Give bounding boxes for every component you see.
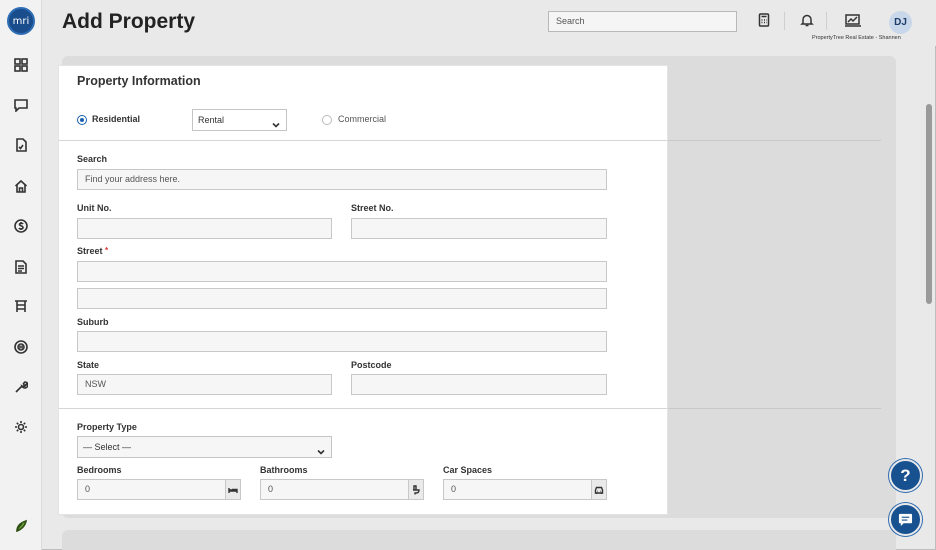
street-label-text: Street <box>77 246 103 256</box>
header-divider <box>784 12 785 30</box>
mri-logo[interactable]: mri <box>7 7 35 35</box>
reports-icon[interactable] <box>13 259 29 275</box>
property-type-label: Property Type <box>77 422 137 432</box>
listings-icon[interactable] <box>13 298 29 314</box>
brand-leaf-icon <box>13 517 29 533</box>
section-title: Property Information <box>77 74 201 88</box>
section-divider <box>667 140 881 141</box>
residential-type-value: Rental <box>198 115 225 125</box>
chat-icon <box>898 513 913 527</box>
user-avatar[interactable]: DJ <box>889 11 912 34</box>
required-marker: * <box>105 246 109 255</box>
calculator-icon[interactable] <box>757 13 771 27</box>
toilet-icon <box>408 479 424 500</box>
section-divider <box>59 408 667 409</box>
page-scrollbar[interactable] <box>926 104 932 304</box>
messages-icon[interactable] <box>13 97 29 113</box>
bathrooms-input[interactable]: 0 <box>260 479 424 500</box>
page-title: Add Property <box>62 10 196 33</box>
property-type-select[interactable]: — Select — <box>77 436 332 458</box>
property-information-card: Property Information Residential Rental … <box>59 66 667 514</box>
header-divider <box>826 12 827 30</box>
settings-icon[interactable] <box>13 419 29 435</box>
street-no-label: Street No. <box>351 203 394 213</box>
bathrooms-value: 0 <box>268 484 274 494</box>
car-spaces-value: 0 <box>451 484 457 494</box>
agency-name: PropertyTree Real Estate - Shannen <box>812 35 901 41</box>
finance-icon[interactable] <box>13 218 29 234</box>
property-type-value: — Select — <box>83 442 132 452</box>
street-line1-input[interactable] <box>77 261 607 282</box>
properties-icon[interactable] <box>13 178 29 194</box>
residential-radio-label[interactable]: Residential <box>92 114 140 124</box>
state-input[interactable]: NSW <box>77 374 332 395</box>
postcode-input[interactable] <box>351 374 607 395</box>
top-header: Add Property Search DJ PropertyTree Real… <box>42 0 936 46</box>
address-search-input[interactable]: Find your address here. <box>77 169 607 190</box>
bed-icon <box>225 479 241 500</box>
suburb-input[interactable] <box>77 331 607 352</box>
unit-no-input[interactable] <box>77 218 332 239</box>
street-line2-input[interactable] <box>77 288 607 309</box>
unit-no-label: Unit No. <box>77 203 112 213</box>
car-spaces-input[interactable]: 0 <box>443 479 607 500</box>
postcode-label: Postcode <box>351 360 392 370</box>
integrations-icon[interactable] <box>13 339 29 355</box>
sidebar: mri <box>0 0 42 550</box>
search-label: Search <box>77 154 108 164</box>
bell-icon[interactable] <box>800 13 814 27</box>
chevron-down-icon <box>317 443 325 455</box>
street-no-input[interactable] <box>351 218 607 239</box>
section-divider <box>59 140 667 141</box>
help-button[interactable]: ? <box>889 459 922 492</box>
global-search-input[interactable]: Search <box>548 11 737 32</box>
section-divider <box>667 408 881 409</box>
documents-icon[interactable] <box>13 137 29 153</box>
residential-type-select[interactable]: Rental <box>192 109 287 131</box>
state-label: State <box>77 360 100 370</box>
commercial-radio-label[interactable]: Commercial <box>338 114 386 124</box>
bedrooms-input[interactable]: 0 <box>77 479 241 500</box>
commercial-radio[interactable] <box>322 115 332 125</box>
car-spaces-label: Car Spaces <box>443 465 493 475</box>
dashboard-icon[interactable] <box>13 57 29 73</box>
chevron-down-icon <box>272 116 280 128</box>
street-label: Street * <box>77 246 108 256</box>
maintenance-icon[interactable] <box>13 379 29 395</box>
signature-icon[interactable] <box>844 13 862 27</box>
residential-radio[interactable] <box>77 115 87 125</box>
chat-button[interactable] <box>889 503 922 536</box>
bedrooms-label: Bedrooms <box>77 465 122 475</box>
bathrooms-label: Bathrooms <box>260 465 308 475</box>
suburb-label: Suburb <box>77 317 109 327</box>
bedrooms-value: 0 <box>85 484 91 494</box>
content-panel-next <box>62 530 896 550</box>
car-icon <box>591 479 607 500</box>
